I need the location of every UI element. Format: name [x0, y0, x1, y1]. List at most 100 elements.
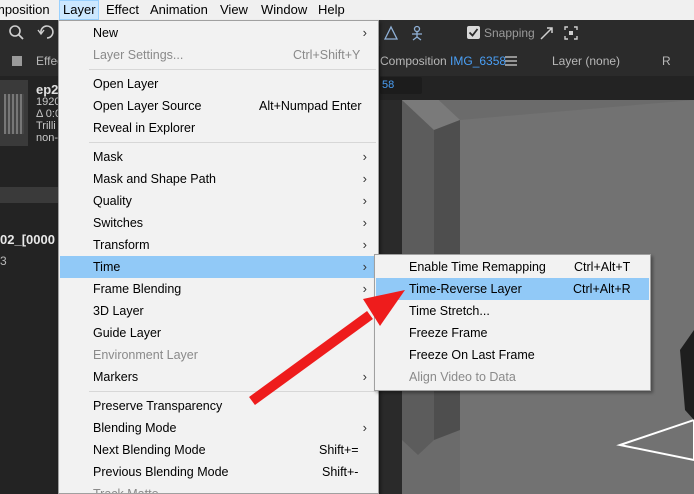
- submenu-arrow-icon: ›: [362, 149, 367, 164]
- menu-item-label: Guide Layer: [93, 326, 162, 340]
- menu-item-label: Switches: [93, 216, 144, 230]
- submenu-arrow-icon: ›: [362, 420, 367, 435]
- menu-item-enable-time-remapping[interactable]: Enable Time Remapping Ctrl+Alt+T: [376, 256, 649, 278]
- menu-separator: [89, 142, 376, 143]
- menu-item-markers[interactable]: Markers ›: [60, 366, 377, 388]
- submenu-arrow-icon: ›: [362, 193, 367, 208]
- panel-icon: [12, 56, 22, 66]
- menu-item-3d-layer[interactable]: 3D Layer: [60, 300, 377, 322]
- menu-item-align-video-to-data[interactable]: Align Video to Data: [376, 366, 649, 388]
- composition-tab[interactable]: Composition IMG_6358: [380, 46, 506, 76]
- checkbox-icon[interactable]: [466, 25, 482, 41]
- effects-panel-header: Effec: [0, 46, 63, 76]
- menu-item-label: Previous Blending Mode: [93, 465, 229, 479]
- menu-item-reveal-in-explorer[interactable]: Reveal in Explorer: [60, 117, 377, 139]
- menubar-effect[interactable]: Effect: [103, 0, 142, 20]
- submenu-arrow-icon: ›: [362, 25, 367, 40]
- menu-item-quality[interactable]: Quality ›: [60, 190, 377, 212]
- menubar-animation[interactable]: Animation: [147, 0, 211, 20]
- menu-bar: mposition Layer Effect Animation View Wi…: [0, 0, 694, 21]
- menu-item-label: Time Stretch...: [409, 304, 490, 318]
- menu-item-mask[interactable]: Mask ›: [60, 146, 377, 168]
- menu-item-label: New: [93, 26, 119, 40]
- submenu-arrow-icon: ›: [362, 259, 367, 274]
- menu-item-environment-layer[interactable]: Environment Layer: [60, 344, 377, 366]
- menu-item-label: Blending Mode: [93, 421, 177, 435]
- menu-item-label: Time-Reverse Layer: [409, 282, 522, 296]
- time-submenu: Enable Time Remapping Ctrl+Alt+T Time-Re…: [374, 254, 651, 391]
- menu-item-guide-layer[interactable]: Guide Layer: [60, 322, 377, 344]
- menubar-layer[interactable]: Layer: [59, 0, 99, 20]
- menu-item-open-layer[interactable]: Open Layer: [60, 73, 377, 95]
- menubar-composition[interactable]: mposition: [0, 0, 53, 20]
- pen-tool-icon[interactable]: [382, 25, 400, 41]
- composition-tab-name: IMG_6358: [450, 54, 507, 68]
- menu-item-label: Mask and Shape Path: [93, 172, 216, 186]
- submenu-arrow-icon: ›: [362, 369, 367, 384]
- menu-item-track-matte[interactable]: Track Matte: [60, 483, 377, 494]
- menu-item-label: Freeze Frame: [409, 326, 488, 340]
- menu-item-open-layer-source[interactable]: Open Layer Source Alt+Numpad Enter: [60, 95, 377, 117]
- menu-item-freeze-on-last-frame[interactable]: Freeze On Last Frame: [376, 344, 649, 366]
- composition-subtab[interactable]: 58: [380, 77, 422, 94]
- menu-item-label: Mask: [93, 150, 123, 164]
- menu-item-label: Next Blending Mode: [93, 443, 206, 457]
- menubar-window[interactable]: Window: [258, 0, 310, 20]
- timeline-comp-name[interactable]: 02_[0000: [0, 232, 55, 247]
- submenu-arrow-icon: ›: [362, 215, 367, 230]
- timeline-timecode: 3: [0, 254, 7, 268]
- menu-item-shortcut: Ctrl+Alt+T: [574, 260, 631, 274]
- composition-tab-prefix: Composition: [380, 54, 447, 68]
- menu-item-time-stretch[interactable]: Time Stretch...: [376, 300, 649, 322]
- project-search-bar[interactable]: [0, 187, 60, 203]
- right-panel-tab[interactable]: R: [662, 46, 671, 76]
- menu-item-label: Open Layer: [93, 77, 159, 91]
- menu-item-label: Open Layer Source: [93, 99, 202, 113]
- project-thumbnail[interactable]: [0, 80, 28, 146]
- menu-separator: [89, 391, 376, 392]
- puppet-tool-icon[interactable]: [408, 25, 426, 41]
- menu-item-layer-settings[interactable]: Layer Settings... Ctrl+Shift+Y: [60, 44, 377, 66]
- hamburger-icon[interactable]: [505, 56, 517, 66]
- menu-item-transform[interactable]: Transform ›: [60, 234, 377, 256]
- menubar-view[interactable]: View: [217, 0, 251, 20]
- submenu-arrow-icon: ›: [362, 171, 367, 186]
- menu-item-previous-blending-mode[interactable]: Previous Blending Mode Shift+-: [60, 461, 377, 483]
- menu-item-label: Align Video to Data: [409, 370, 516, 384]
- menu-item-switches[interactable]: Switches ›: [60, 212, 377, 234]
- submenu-arrow-icon: ›: [362, 281, 367, 296]
- menu-item-blending-mode[interactable]: Blending Mode ›: [60, 417, 377, 439]
- menu-item-preserve-transparency[interactable]: Preserve Transparency: [60, 395, 377, 417]
- snap-icon[interactable]: [539, 25, 555, 41]
- menu-item-shortcut: Shift+=: [319, 443, 359, 457]
- menu-item-label: Frame Blending: [93, 282, 182, 296]
- menu-item-frame-blending[interactable]: Frame Blending ›: [60, 278, 377, 300]
- menu-item-shortcut: Shift+-: [322, 465, 359, 479]
- menubar-help[interactable]: Help: [315, 0, 348, 20]
- menu-item-label: Transform: [93, 238, 150, 252]
- menu-separator: [89, 69, 376, 70]
- menu-item-time-reverse-layer[interactable]: Time-Reverse Layer Ctrl+Alt+R: [376, 278, 649, 300]
- menu-item-label: Layer Settings...: [93, 48, 184, 62]
- undo-icon[interactable]: [37, 24, 55, 40]
- menu-item-label: Time: [93, 260, 121, 274]
- fit-icon[interactable]: [563, 25, 579, 41]
- search-icon[interactable]: [8, 24, 24, 40]
- menu-item-shortcut: Ctrl+Shift+Y: [293, 48, 361, 62]
- menu-item-label: Freeze On Last Frame: [409, 348, 535, 362]
- menu-item-label: Quality: [93, 194, 132, 208]
- menu-item-time[interactable]: Time ›: [60, 256, 377, 278]
- layer-tab[interactable]: Layer (none): [552, 46, 620, 76]
- menu-item-freeze-frame[interactable]: Freeze Frame: [376, 322, 649, 344]
- menu-item-new[interactable]: New ›: [60, 22, 377, 44]
- menu-item-label: Reveal in Explorer: [93, 121, 196, 135]
- menu-item-label: Markers: [93, 370, 139, 384]
- menu-item-label: Track Matte: [93, 487, 159, 494]
- menu-item-label: Environment Layer: [93, 348, 198, 362]
- menu-item-shortcut: Ctrl+Alt+R: [573, 282, 631, 296]
- menu-item-mask-and-shape-path[interactable]: Mask and Shape Path ›: [60, 168, 377, 190]
- submenu-arrow-icon: ›: [362, 237, 367, 252]
- menu-item-label: Preserve Transparency: [93, 399, 223, 413]
- layer-menu: New › Layer Settings... Ctrl+Shift+Y Ope…: [58, 20, 379, 494]
- menu-item-next-blending-mode[interactable]: Next Blending Mode Shift+=: [60, 439, 377, 461]
